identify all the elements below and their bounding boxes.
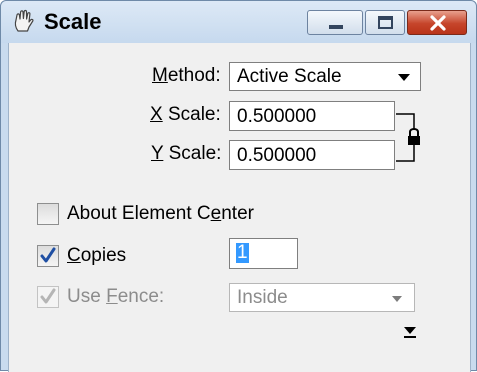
checkmark-icon — [40, 288, 56, 304]
dialog-body: Method: Active Scale X Scale: 0.500000 Y… — [8, 43, 471, 372]
checkmark-icon — [40, 247, 56, 263]
copies-input[interactable]: 1 — [229, 238, 298, 269]
maximize-icon — [378, 16, 393, 29]
copies-label: Copies — [67, 245, 127, 266]
y-scale-label: Y Scale: — [151, 143, 222, 164]
about-element-center-checkbox[interactable] — [37, 203, 59, 225]
title-bar[interactable]: Scale — [1, 1, 476, 43]
copies-checkbox[interactable] — [37, 245, 59, 267]
fence-mode-value: Inside — [237, 287, 288, 308]
use-fence-checkbox[interactable] — [37, 286, 59, 308]
minimize-icon — [329, 25, 343, 29]
fence-mode-dropdown[interactable]: Inside — [229, 283, 415, 312]
minimize-button[interactable] — [307, 10, 363, 35]
hand-tool-icon — [12, 9, 36, 33]
x-scale-value: 0.500000 — [237, 106, 317, 127]
use-fence-label: Use Fence: — [67, 286, 165, 307]
close-button[interactable] — [407, 10, 467, 35]
chevron-down-icon — [392, 296, 402, 302]
lock-icon[interactable] — [395, 107, 421, 171]
y-scale-value: 0.500000 — [237, 145, 317, 166]
window-title: Scale — [44, 9, 102, 34]
copies-value: 1 — [236, 242, 249, 263]
x-scale-label: X Scale: — [150, 104, 221, 125]
x-scale-input[interactable]: 0.500000 — [229, 101, 395, 131]
method-label: Method: — [152, 65, 221, 86]
expand-down-icon[interactable] — [403, 325, 417, 339]
maximize-button[interactable] — [365, 10, 405, 35]
method-dropdown[interactable]: Active Scale — [229, 62, 421, 91]
close-icon — [430, 15, 446, 31]
method-value: Active Scale — [237, 66, 342, 87]
about-element-center-label: About Element Center — [67, 203, 254, 224]
scale-dialog: Scale Method: Active Scale X Scale: 0.50… — [0, 0, 477, 372]
chevron-down-icon — [398, 74, 410, 81]
y-scale-input[interactable]: 0.500000 — [229, 140, 395, 170]
